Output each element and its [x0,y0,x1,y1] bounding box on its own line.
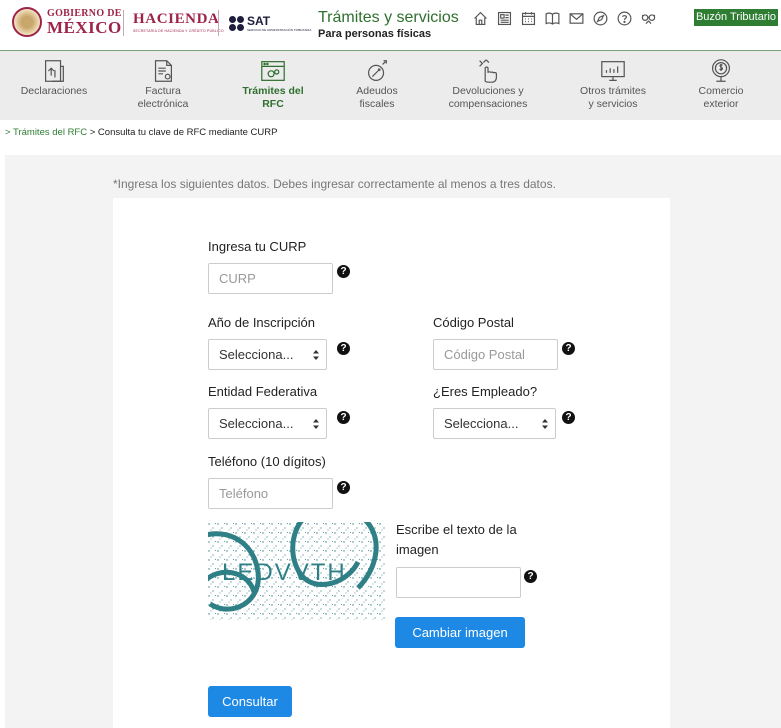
nav-item-devoluciones[interactable]: Devoluciones y compensaciones [437,51,539,121]
telefono-help-icon[interactable]: ? [337,481,350,494]
cp-help-icon[interactable]: ? [562,342,575,355]
help-icon[interactable] [615,9,634,28]
select-arrows-icon [313,419,319,429]
nav-item-label: Trámites del RFC [242,85,304,110]
calendar-icon[interactable] [519,9,538,28]
nav-item-declaraciones[interactable]: Declaraciones [14,51,94,121]
curp-input[interactable] [208,263,333,294]
gobierno-de-mexico-logo[interactable]: GOBIERNO DE MÉXICO [12,7,122,37]
entidad-select-value: Selecciona... [219,416,294,431]
nav-item-label: Otros trámites y servicios [580,85,646,110]
sat-logo-line1: SAT [247,14,271,28]
breadcrumb-link-tramites-rfc[interactable]: > Trámites del RFC [5,127,87,138]
breadcrumb: > Trámites del RFC > Consulta tu clave d… [5,127,277,138]
empleado-select-value: Selecciona... [444,416,519,431]
accessibility-icon[interactable] [639,9,658,28]
main-nav: Declaraciones Factura electrónica Trámit… [0,50,781,120]
hacienda-logo[interactable]: HACIENDA SECRETARÍA DE HACIENDA Y CRÉDIT… [133,12,224,34]
mail-icon[interactable] [567,9,586,28]
curp-help-icon[interactable]: ? [337,265,350,278]
nav-item-factura[interactable]: Factura electrónica [125,51,201,121]
anio-label: Año de Inscripción [208,315,315,330]
select-arrows-icon [542,419,548,429]
empleado-label: ¿Eres Empleado? [433,384,538,399]
header-title: Trámites y servicios [318,9,459,26]
empleado-select[interactable]: Selecciona... [433,408,556,439]
nav-item-label: Comercio exterior [698,85,744,110]
cp-label: Código Postal [433,315,514,330]
book-icon[interactable] [543,9,562,28]
nav-item-label: Factura electrónica [137,85,189,110]
nav-item-label: Declaraciones [20,85,88,97]
header-divider [123,10,124,36]
captcha-help-icon[interactable]: ? [524,570,537,583]
rfc-icon [261,61,285,81]
curp-label: Ingresa tu CURP [208,239,307,254]
adeudos-icon [367,60,387,81]
nav-item-label: Adeudos fiscales [356,85,398,110]
anio-select[interactable]: Selecciona... [208,339,327,370]
cambiar-imagen-button[interactable]: Cambiar imagen [395,617,525,648]
gob-logo-line1: GOBIERNO DE [47,7,122,19]
otros-icon [601,61,625,81]
section-title: Trámites y servicios Para personas físic… [318,9,459,40]
factura-icon [154,60,173,82]
anio-select-value: Selecciona... [219,347,294,362]
select-arrows-icon [313,350,319,360]
entidad-help-icon[interactable]: ? [337,411,350,424]
entidad-select[interactable]: Selecciona... [208,408,327,439]
mexico-seal-icon [12,7,42,37]
compass-icon[interactable] [591,9,610,28]
sat-logo[interactable]: SAT SERVICIO DE ADMINISTRACIÓN TRIBUTARI… [229,15,311,32]
captcha-text: LEDVVTH [222,559,347,586]
nav-item-otros[interactable]: Otros trámites y servicios [565,51,661,121]
telefono-input[interactable] [208,478,333,509]
header-icon-bar [471,9,658,28]
empleado-help-icon[interactable]: ? [562,411,575,424]
comercio-icon [711,59,731,82]
site-header: GOBIERNO DE MÉXICO HACIENDA SECRETARÍA D… [0,0,781,50]
devoluciones-icon [479,59,498,83]
gob-logo-line2: MÉXICO [47,17,122,37]
form-instruction: *Ingresa los siguientes datos. Debes ing… [113,177,556,191]
header-divider [218,10,219,36]
hacienda-logo-line2: SECRETARÍA DE HACIENDA Y CRÉDITO PÚBLICO [133,29,224,33]
consultar-button[interactable]: Consultar [208,686,292,717]
breadcrumb-current: > Consulta tu clave de RFC mediante CURP [87,127,278,138]
nav-item-comercio[interactable]: Comercio exterior [686,51,756,121]
cp-input[interactable] [433,339,558,370]
sat-mark-icon [229,16,244,31]
home-icon[interactable] [471,9,490,28]
nav-item-label: Devoluciones y compensaciones [448,85,528,110]
captcha-image: LEDVVTH [208,522,386,620]
nav-item-tramites-rfc[interactable]: Trámites del RFC [233,51,313,121]
captcha-label: Escribe el texto de la imagen [396,522,517,557]
telefono-label: Teléfono (10 dígitos) [208,454,326,469]
hacienda-logo-line1: HACIENDA [133,11,220,27]
header-subtitle: Para personas físicas [318,28,432,40]
captcha-input[interactable] [396,567,521,598]
sat-logo-line2: SERVICIO DE ADMINISTRACIÓN TRIBUTARIA [247,28,312,32]
buzon-tributario-button[interactable]: Buzón Tributario [694,9,778,26]
declaraciones-icon [44,60,64,82]
form-card [113,198,670,728]
entidad-label: Entidad Federativa [208,384,318,399]
anio-help-icon[interactable]: ? [337,342,350,355]
newspaper-icon[interactable] [495,9,514,28]
nav-item-adeudos[interactable]: Adeudos fiscales [340,51,414,121]
